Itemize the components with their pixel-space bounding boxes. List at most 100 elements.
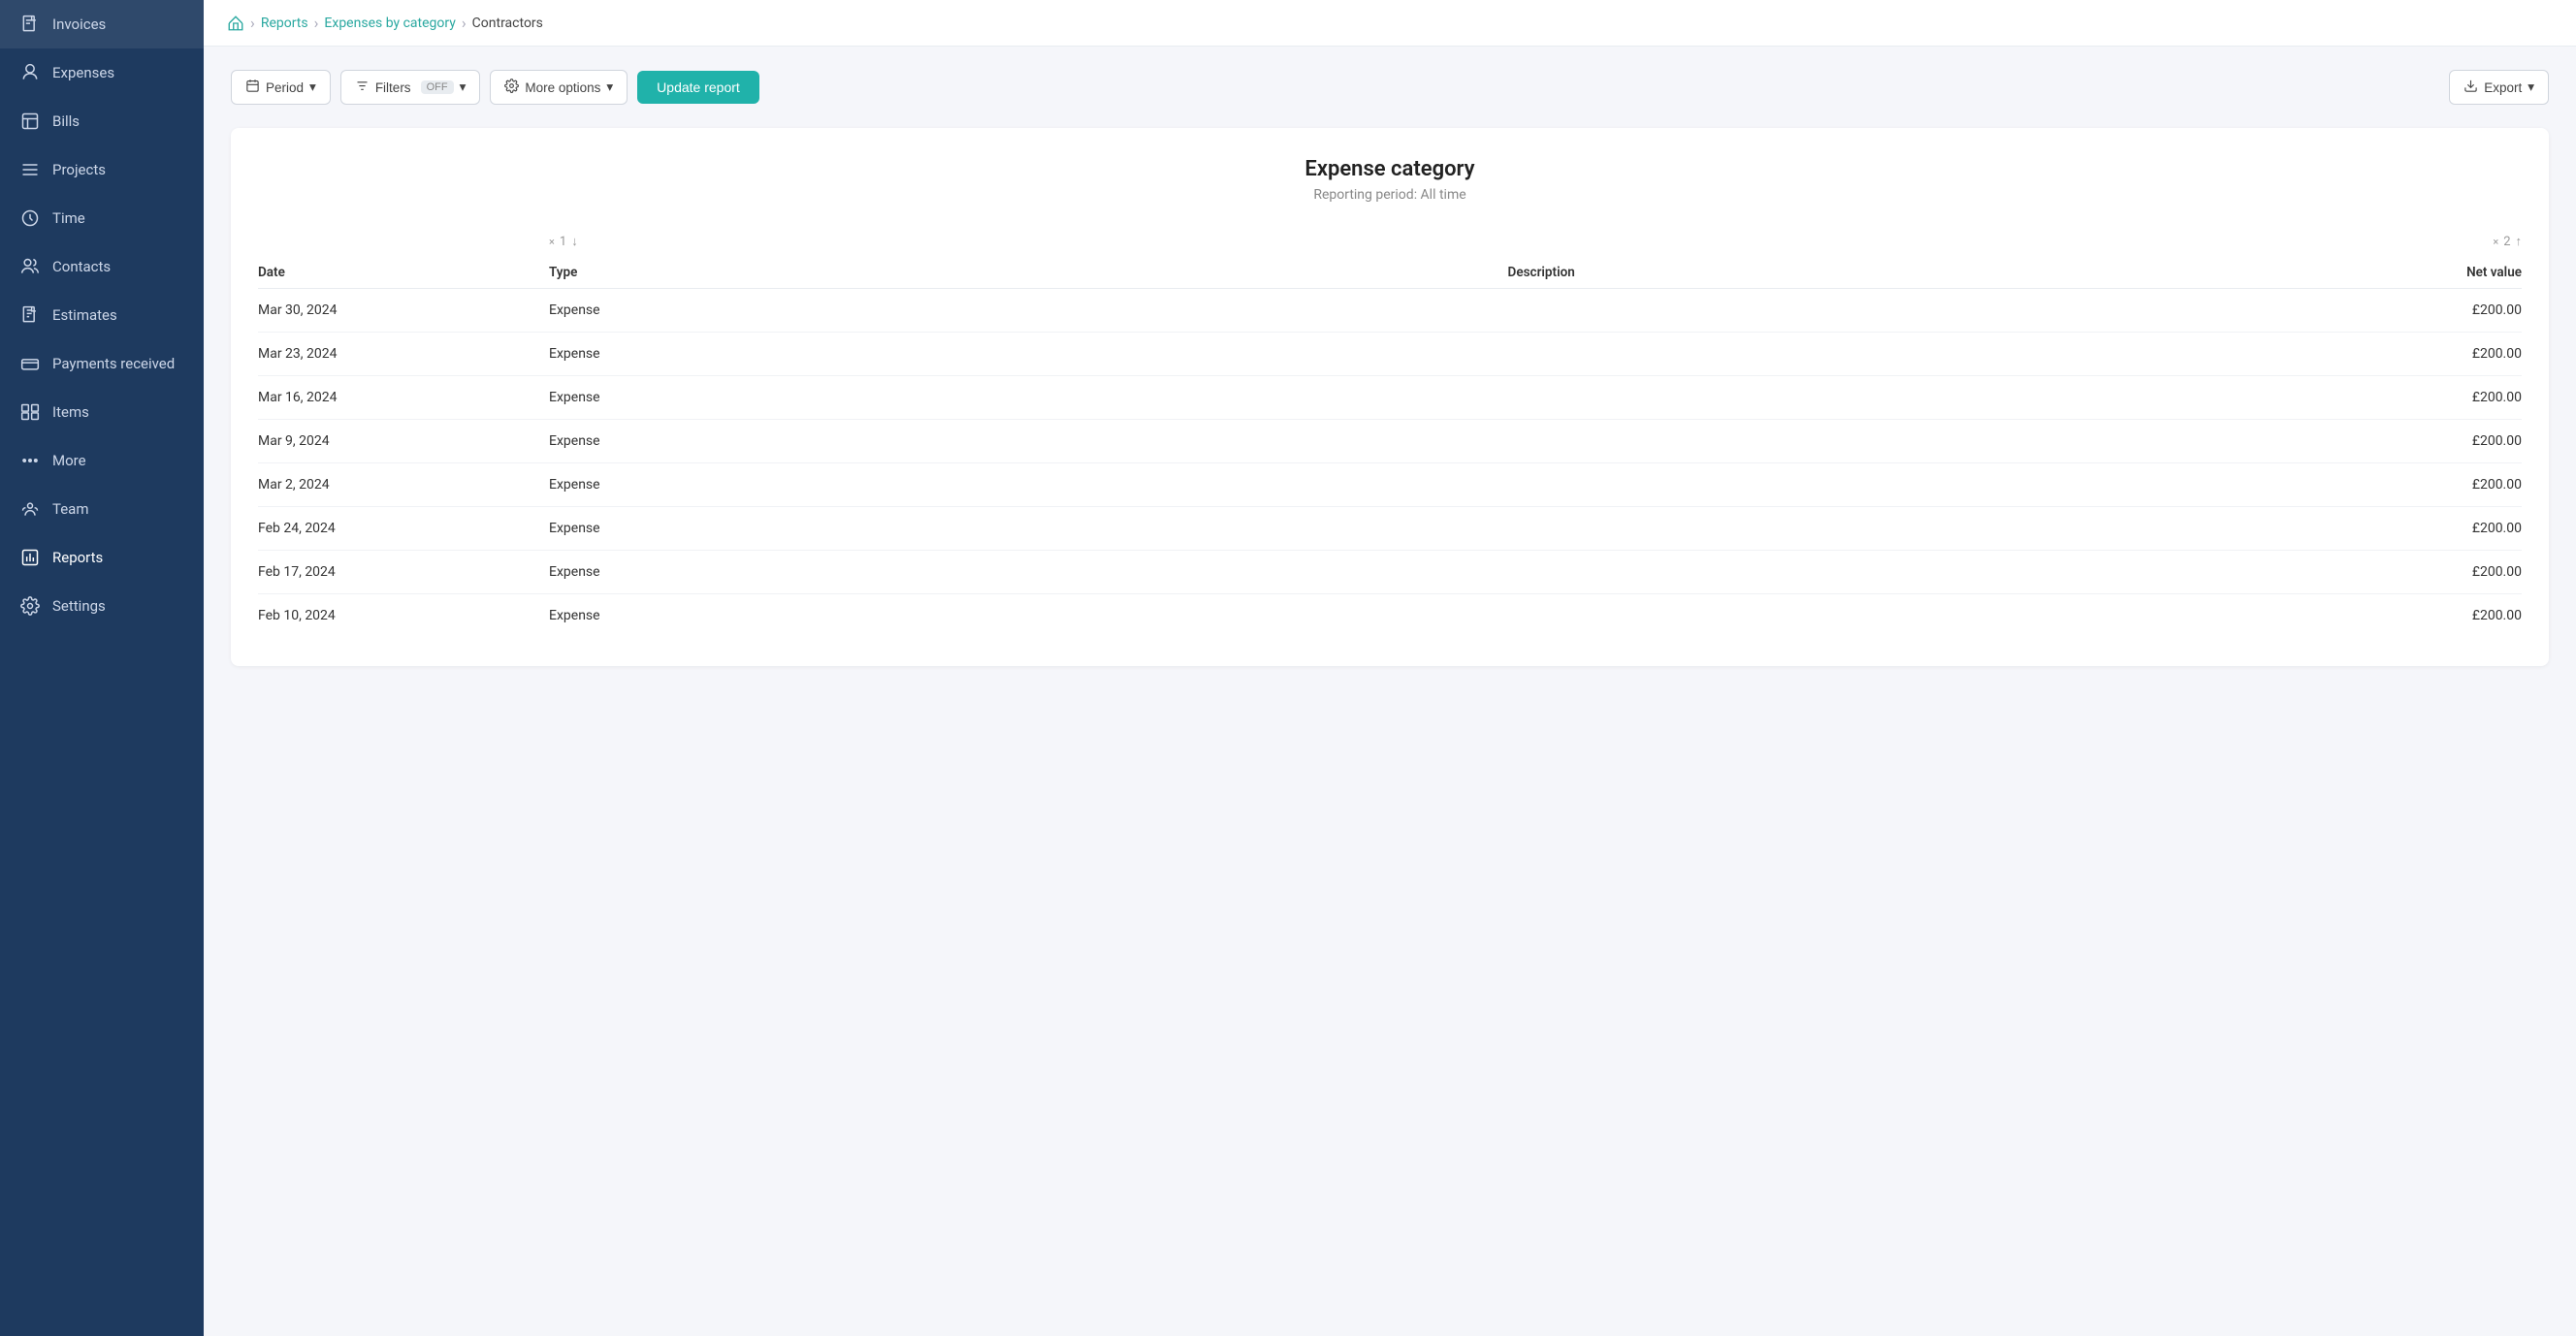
filter-icon — [355, 79, 370, 96]
table-row[interactable]: Feb 24, 2024 Expense £200.00 — [258, 507, 2522, 551]
sort-indicator-1[interactable]: × 1 ↓ — [258, 234, 578, 249]
cell-net-value: £200.00 — [2472, 477, 2522, 493]
sidebar-label-reports: Reports — [52, 549, 103, 566]
sort1-arrow-icon: ↓ — [571, 234, 578, 249]
sidebar-item-items[interactable]: Items — [0, 388, 204, 436]
sidebar-label-settings: Settings — [52, 597, 106, 615]
sidebar-item-reports[interactable]: Reports — [0, 533, 204, 582]
cell-net-value: £200.00 — [2472, 433, 2522, 449]
cell-type: Expense — [549, 564, 1510, 580]
cell-net-value: £200.00 — [2472, 302, 2522, 318]
breadcrumb-reports[interactable]: Reports — [261, 16, 308, 31]
sort2-x-icon: × — [2493, 236, 2498, 248]
payments-icon — [19, 353, 41, 374]
cell-date: Mar 9, 2024 — [258, 433, 549, 449]
column-header-type[interactable]: Type — [549, 265, 1508, 280]
sort-indicator-2[interactable]: × 2 ↑ — [2493, 234, 2522, 249]
export-chevron-icon: ▾ — [2528, 80, 2534, 95]
cell-date: Feb 10, 2024 — [258, 608, 549, 623]
sidebar-label-estimates: Estimates — [52, 306, 117, 324]
cell-type: Expense — [549, 477, 1510, 493]
sidebar-label-payments-received: Payments received — [52, 355, 175, 372]
report-area: Period ▾ Filters OFF ▾ More options ▾ Up… — [204, 47, 2576, 1336]
estimates-icon — [19, 304, 41, 326]
sidebar-label-time: Time — [52, 209, 85, 227]
cell-date: Feb 17, 2024 — [258, 564, 549, 580]
export-label: Export — [2484, 80, 2522, 95]
toolbar: Period ▾ Filters OFF ▾ More options ▾ Up… — [231, 70, 2549, 105]
sidebar-label-team: Team — [52, 500, 89, 518]
breadcrumb-home[interactable] — [227, 15, 244, 32]
breadcrumb-current: Contractors — [472, 16, 543, 31]
breadcrumb-sep-2: › — [314, 14, 319, 32]
sidebar-label-invoices: Invoices — [52, 16, 106, 33]
sidebar-label-projects: Projects — [52, 161, 106, 178]
more-options-chevron-icon: ▾ — [606, 80, 613, 95]
filters-chevron-icon: ▾ — [460, 80, 467, 95]
sidebar-item-team[interactable]: Team — [0, 485, 204, 533]
period-chevron-icon: ▾ — [309, 80, 316, 95]
gear-icon — [504, 79, 519, 96]
cell-type: Expense — [549, 346, 1510, 362]
sidebar-item-more[interactable]: More — [0, 436, 204, 485]
breadcrumb-sep-1: › — [250, 14, 255, 32]
sidebar-label-items: Items — [52, 403, 89, 421]
projects-icon — [19, 159, 41, 180]
sidebar-item-projects[interactable]: Projects — [0, 145, 204, 194]
sidebar-item-estimates[interactable]: Estimates — [0, 291, 204, 339]
cell-type: Expense — [549, 390, 1510, 405]
report-content: Expense category Reporting period: All t… — [231, 128, 2549, 666]
export-button[interactable]: Export ▾ — [2449, 70, 2549, 105]
cell-type: Expense — [549, 302, 1510, 318]
table-row[interactable]: Mar 2, 2024 Expense £200.00 — [258, 463, 2522, 507]
table-row[interactable]: Feb 17, 2024 Expense £200.00 — [258, 551, 2522, 594]
cell-date: Mar 30, 2024 — [258, 302, 549, 318]
sidebar-label-expenses: Expenses — [52, 64, 114, 81]
team-icon — [19, 498, 41, 520]
sidebar-item-contacts[interactable]: Contacts — [0, 242, 204, 291]
more-options-button[interactable]: More options ▾ — [490, 70, 628, 105]
table-row[interactable]: Mar 23, 2024 Expense £200.00 — [258, 333, 2522, 376]
sort1-number: 1 — [560, 235, 566, 249]
export-icon — [2463, 79, 2478, 96]
cell-date: Mar 23, 2024 — [258, 346, 549, 362]
cell-net-value: £200.00 — [2472, 346, 2522, 362]
table-row[interactable]: Mar 16, 2024 Expense £200.00 — [258, 376, 2522, 420]
period-button[interactable]: Period ▾ — [231, 70, 331, 105]
time-icon — [19, 207, 41, 229]
filters-label: Filters — [375, 80, 411, 95]
table-row[interactable]: Mar 30, 2024 Expense £200.00 — [258, 289, 2522, 333]
cell-type: Expense — [549, 433, 1510, 449]
cell-type: Expense — [549, 521, 1510, 536]
cell-date: Mar 16, 2024 — [258, 390, 549, 405]
cell-net-value: £200.00 — [2472, 521, 2522, 536]
sidebar-item-bills[interactable]: Bills — [0, 97, 204, 145]
sidebar-item-settings[interactable]: Settings — [0, 582, 204, 630]
sidebar-item-payments-received[interactable]: Payments received — [0, 339, 204, 388]
sort1-x-icon: × — [549, 236, 555, 248]
more-icon — [19, 450, 41, 471]
table-row[interactable]: Mar 9, 2024 Expense £200.00 — [258, 420, 2522, 463]
more-options-label: More options — [525, 80, 600, 95]
column-header-description[interactable]: Description — [1508, 265, 2467, 280]
column-header-net-value[interactable]: Net value — [2466, 265, 2522, 280]
sidebar-label-contacts: Contacts — [52, 258, 111, 275]
cell-net-value: £200.00 — [2472, 608, 2522, 623]
table-row[interactable]: Feb 10, 2024 Expense £200.00 — [258, 594, 2522, 637]
filters-button[interactable]: Filters OFF ▾ — [340, 70, 481, 105]
sidebar-item-time[interactable]: Time — [0, 194, 204, 242]
contacts-icon — [19, 256, 41, 277]
sidebar-item-invoices[interactable]: Invoices — [0, 0, 204, 48]
breadcrumb: › Reports › Expenses by category › Contr… — [204, 0, 2576, 47]
cell-date: Mar 2, 2024 — [258, 477, 549, 493]
sidebar: Invoices Expenses Bills Projects Time Co… — [0, 0, 204, 1336]
report-subtitle: Reporting period: All time — [258, 187, 2522, 203]
column-header-date[interactable]: Date — [258, 265, 549, 280]
cell-net-value: £200.00 — [2472, 564, 2522, 580]
update-report-button[interactable]: Update report — [637, 71, 759, 104]
sidebar-label-more: More — [52, 452, 86, 469]
sidebar-item-expenses[interactable]: Expenses — [0, 48, 204, 97]
cell-net-value: £200.00 — [2472, 390, 2522, 405]
bills-icon — [19, 111, 41, 132]
breadcrumb-expenses-by-category[interactable]: Expenses by category — [324, 16, 455, 31]
